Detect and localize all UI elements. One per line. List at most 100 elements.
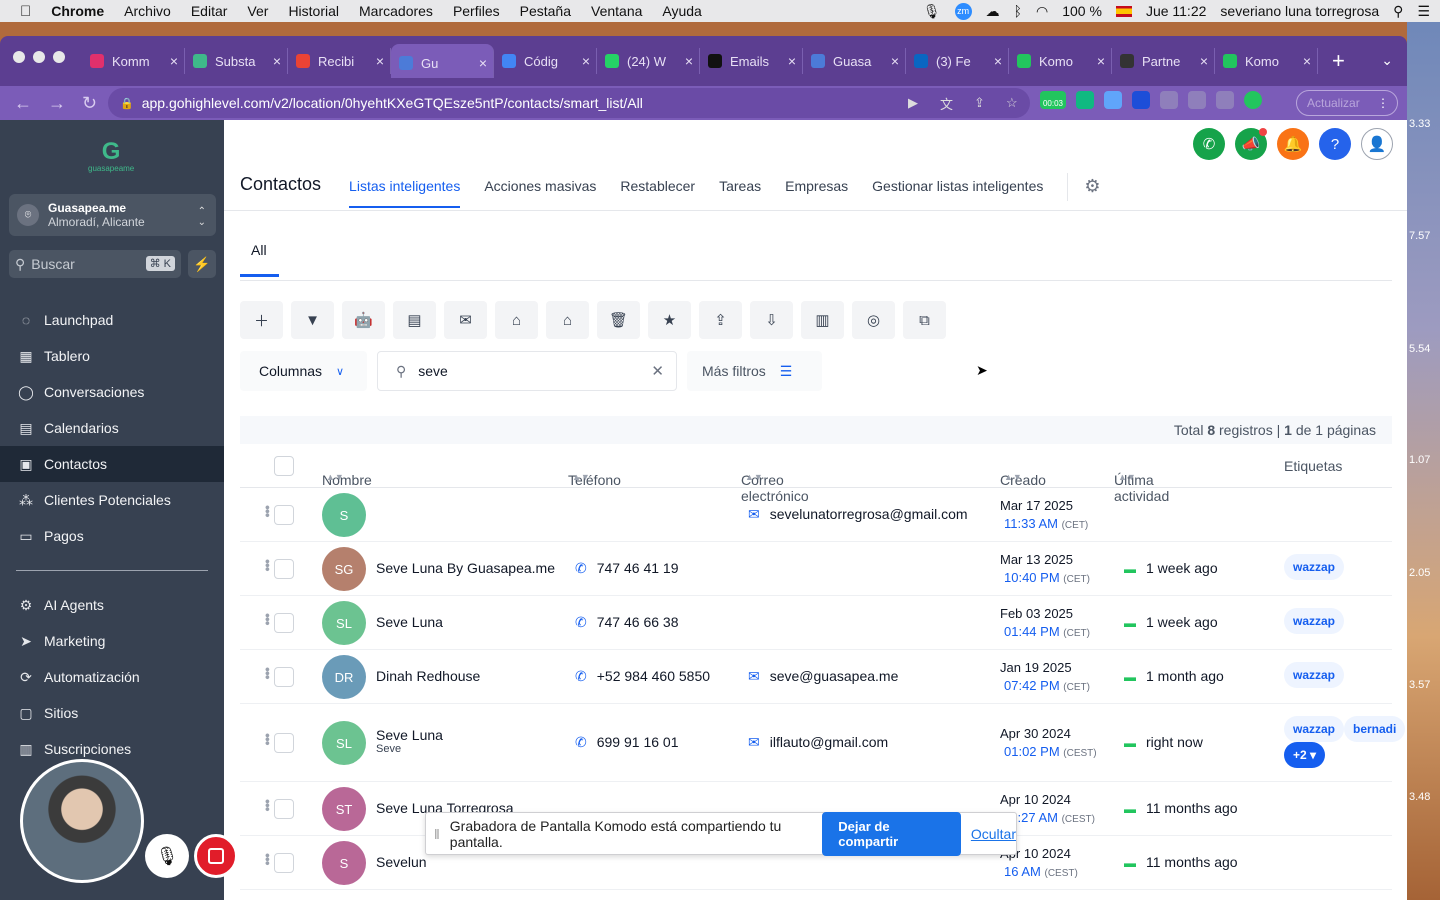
komodo-extension-icon[interactable]: 00:03 (1040, 91, 1066, 109)
hide-link[interactable]: Ocultar (971, 826, 1016, 842)
tag-badge[interactable]: wazzap (1284, 554, 1345, 580)
menu-historial[interactable]: Historial (288, 3, 339, 19)
browser-tab[interactable]: Emails × (700, 48, 803, 74)
help-icon[interactable]: ? (1319, 128, 1351, 160)
more-tags-badge[interactable]: +2 ▾ (1284, 742, 1326, 768)
megaphone-icon[interactable]: 📣 (1235, 128, 1267, 160)
avatar[interactable]: SG (322, 547, 366, 591)
tab-acciones-masivas[interactable]: Acciones masivas (484, 178, 596, 194)
email-cell[interactable]: ✉ ilflauto@gmail.com (748, 734, 888, 751)
delete-icon[interactable]: 🗑 (597, 301, 640, 339)
minimize-window-button[interactable] (33, 51, 45, 63)
extension-icon[interactable] (1076, 91, 1094, 109)
spotlight-icon[interactable]: ⚲ (1393, 3, 1403, 20)
sidebar-icon[interactable] (1216, 91, 1234, 109)
clock[interactable]: Jue 11:22 (1146, 3, 1206, 19)
sidebar-item-clientes-potenciales[interactable]: ⁂ Clientes Potenciales (0, 482, 224, 518)
gear-icon[interactable]: ⚙ (1084, 176, 1100, 197)
microphone-icon[interactable]: 🎙 (145, 834, 189, 878)
update-button[interactable]: Actualizar ⋮ (1296, 90, 1398, 116)
phone-cell[interactable]: ✆ 747 46 66 38 (575, 614, 678, 631)
tag-badge[interactable]: wazzap (1284, 716, 1345, 742)
browser-tab[interactable]: Guasa × (803, 48, 906, 74)
table-row[interactable]: ••• SL Seve Luna Seve ✆ 699 91 16 01 ✉ ilflauto… (240, 704, 1406, 782)
avatar[interactable]: SL (322, 601, 366, 645)
avatar[interactable]: DR (322, 655, 366, 699)
sidebar-item-automatización[interactable]: ⟳ Automatización (0, 659, 224, 695)
browser-tab[interactable]: (3) Fe × (906, 48, 1009, 74)
sidebar-item-contactos[interactable]: ▣ Contactos (0, 446, 224, 482)
user-name[interactable]: severiano luna torregrosa (1220, 3, 1379, 19)
close-icon[interactable]: × (994, 53, 1002, 69)
control-center-icon[interactable]: ☰ (1417, 3, 1430, 20)
stop-sharing-button[interactable]: Dejar de compartir (822, 811, 961, 856)
browser-tab[interactable]: Gu × (391, 44, 494, 78)
stop-recording-button[interactable] (194, 834, 238, 878)
account-switcher[interactable]: ⌾ Guasapea.me Almoradí, Alicante ⌃ ⌄ (9, 194, 216, 236)
email-text[interactable]: ilflauto@gmail.com (770, 734, 888, 750)
export-icon[interactable]: ⇪ (699, 301, 742, 339)
duplicate-icon[interactable]: ⧉ (903, 301, 946, 339)
extension-icon[interactable] (1132, 91, 1150, 109)
url-text[interactable]: app.gohighlevel.com/v2/location/0hyehtKX… (142, 95, 643, 111)
table-row[interactable]: ••• SG Seve Luna By Guasapea.me ✆ 747 46 41 … (240, 542, 1392, 596)
zoom-icon[interactable]: zm (954, 2, 972, 20)
menu-perfiles[interactable]: Perfiles (453, 3, 500, 19)
close-icon[interactable]: × (376, 53, 384, 69)
table-row[interactable]: ••• DR Dinah Redhouse ✆ +52 984 460 5850 ✉ sev… (240, 650, 1392, 704)
contact-name-text[interactable]: Seve Luna By Guasapea.me (376, 560, 555, 576)
sidebar-item-ai-agents[interactable]: ⚙ AI Agents (0, 587, 224, 623)
row-checkbox[interactable] (274, 733, 294, 753)
mic-status-icon[interactable]: 🎙 (923, 3, 941, 20)
browser-tab[interactable]: Partne × (1112, 48, 1215, 74)
close-icon[interactable]: × (1200, 53, 1208, 69)
app-menu[interactable]: Chrome (51, 3, 104, 19)
phone-text[interactable]: 699 91 16 01 (597, 734, 679, 750)
sidebar-item-conversaciones[interactable]: ◯ Conversaciones (0, 374, 224, 410)
columns-dropdown[interactable]: Columnas ∨ (240, 351, 367, 391)
close-icon[interactable]: × (788, 53, 796, 69)
row-checkbox[interactable] (274, 799, 294, 819)
close-icon[interactable]: × (1303, 53, 1311, 69)
forward-icon[interactable]: → (48, 93, 68, 114)
contact-name-text[interactable]: Sevelun (376, 854, 427, 870)
puzzle-icon[interactable] (1160, 91, 1178, 109)
extension-icon[interactable] (1104, 91, 1122, 109)
contact-name-text[interactable]: Seve Luna (376, 614, 443, 630)
table-row[interactable]: ••• S ✉ sevelunatorregrosa@gmail.com Mar 17 … (240, 488, 1392, 542)
maximize-window-button[interactable] (53, 51, 65, 63)
menu-editar[interactable]: Editar (191, 3, 228, 19)
drag-handle-icon[interactable]: ‖ (434, 826, 440, 842)
share-icon[interactable]: ⇪ (974, 95, 985, 111)
contact-name[interactable]: Sevelun (376, 854, 427, 870)
menu-pestana[interactable]: Pestaña (520, 3, 571, 19)
sidebar-item-suscripciones[interactable]: ▥ Suscripciones (0, 731, 224, 767)
browser-tab[interactable]: Recibi × (288, 48, 391, 74)
webcam-bubble[interactable] (20, 759, 144, 883)
apple-icon[interactable]:  (20, 3, 31, 20)
automation-bot-icon[interactable]: 🤖 (342, 301, 385, 339)
sidebar-item-pagos[interactable]: ▭ Pagos (0, 518, 224, 554)
address-bar[interactable]: 🔒 app.gohighlevel.com/v2/location/0hyeht… (108, 88, 1030, 118)
contact-name-text[interactable]: Seve Luna (376, 727, 443, 743)
row-checkbox[interactable] (274, 505, 294, 525)
close-icon[interactable]: × (479, 55, 487, 71)
new-tab-icon[interactable]: + (1332, 48, 1345, 74)
tag-badge[interactable]: bernadi (1344, 716, 1406, 742)
import-icon[interactable]: ⇩ (750, 301, 793, 339)
reading-list-icon[interactable] (1188, 91, 1206, 109)
menu-ayuda[interactable]: Ayuda (662, 3, 701, 19)
tab-restablecer[interactable]: Restablecer (620, 178, 695, 194)
add-contact-icon[interactable]: ＋ (240, 301, 283, 339)
email-text[interactable]: sevelunatorregrosa@gmail.com (770, 506, 968, 522)
lock-icon[interactable]: 🔒 (120, 97, 134, 110)
tab-search-icon[interactable]: ⌄ (1381, 52, 1393, 69)
browser-tab[interactable]: Komo × (1009, 48, 1112, 74)
browser-tab[interactable]: (24) W × (597, 48, 700, 74)
menu-ver[interactable]: Ver (247, 3, 268, 19)
menu-ventana[interactable]: Ventana (591, 3, 642, 19)
company-icon[interactable]: ▥ (801, 301, 844, 339)
logo[interactable]: Gguasapeame (88, 140, 134, 174)
flag-icon[interactable] (1115, 5, 1132, 17)
back-icon[interactable]: ← (14, 93, 34, 114)
